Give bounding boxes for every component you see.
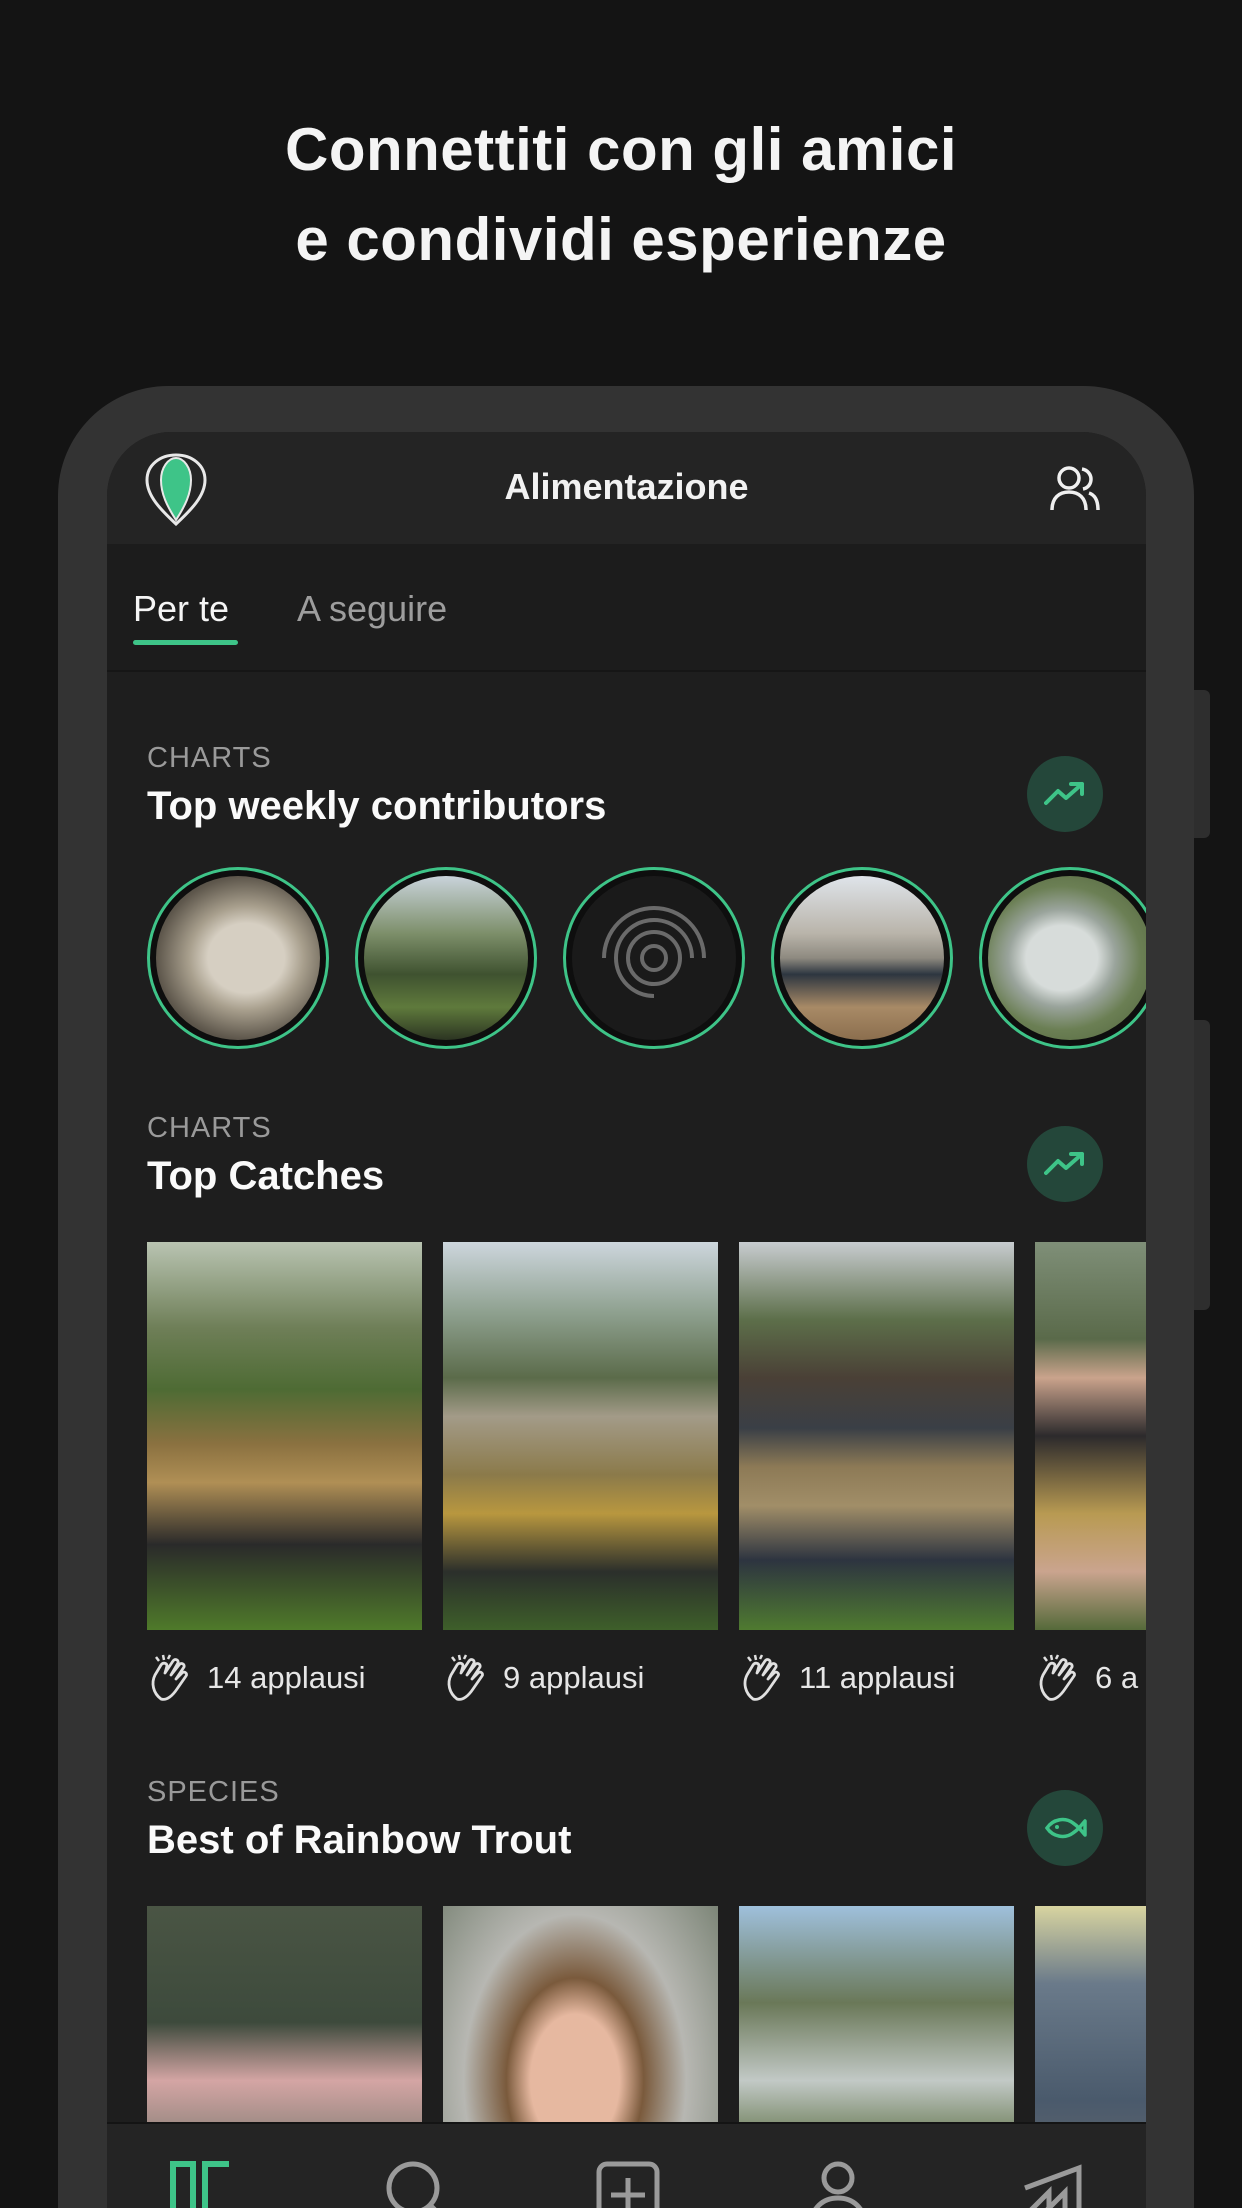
- section-title[interactable]: Top Catches: [147, 1154, 384, 1199]
- applause-count: 14 applausi: [207, 1660, 366, 1695]
- applause-count: 6 a: [1095, 1660, 1139, 1695]
- contributor-avatar[interactable]: [147, 867, 329, 1049]
- map-icon[interactable]: [1013, 2158, 1083, 2208]
- trending-up-icon[interactable]: [1027, 756, 1103, 832]
- phone-side-button: [1194, 690, 1210, 838]
- contributor-avatar[interactable]: [563, 867, 745, 1049]
- headline: Connettiti con gli amici e condividi esp…: [0, 105, 1242, 285]
- contributor-avatar[interactable]: [771, 867, 953, 1049]
- tab-a-seguire[interactable]: A seguire: [297, 588, 447, 630]
- catch-card[interactable]: 14 applausi: [147, 1242, 422, 1701]
- catch-photo: [1035, 1242, 1146, 1630]
- add-catch-icon[interactable]: [593, 2158, 663, 2208]
- headline-line-2: e condividi esperienze: [295, 206, 947, 273]
- contributors-list: [147, 867, 1146, 1053]
- top-bar: Alimentazione: [107, 432, 1146, 544]
- fish-photo: [156, 876, 320, 1040]
- section-title[interactable]: Top weekly contributors: [147, 784, 606, 829]
- search-icon[interactable]: [383, 2158, 453, 2208]
- headline-line-1: Connettiti con gli amici: [284, 116, 958, 183]
- catch-photo: [147, 1242, 422, 1630]
- fish-icon[interactable]: [1027, 1790, 1103, 1866]
- bottom-navigation: [107, 2122, 1146, 2208]
- section-title[interactable]: Best of Rainbow Trout: [147, 1818, 571, 1863]
- feed-icon[interactable]: [167, 2158, 237, 2208]
- profile-icon[interactable]: [803, 2158, 873, 2208]
- applause-row: 9 applausi: [443, 1652, 644, 1704]
- clap-icon[interactable]: [443, 1653, 493, 1703]
- phone-side-button: [1194, 1020, 1210, 1310]
- applause-count: 9 applausi: [503, 1660, 645, 1695]
- angler-with-fish-photo: [780, 876, 944, 1040]
- catch-card[interactable]: 6 a: [1035, 1242, 1146, 1701]
- section-label: SPECIES: [147, 1776, 280, 1808]
- trout-photo: [988, 876, 1146, 1040]
- applause-row: 6 a: [1035, 1652, 1138, 1704]
- angler-by-lake-photo: [364, 876, 528, 1040]
- trending-up-icon[interactable]: [1027, 1126, 1103, 1202]
- clap-icon[interactable]: [739, 1653, 789, 1703]
- applause-row: 11 applausi: [739, 1652, 955, 1704]
- app-title: Alimentazione: [504, 466, 749, 507]
- feed-tabs: Per te A seguire: [107, 544, 1146, 672]
- contributor-avatar[interactable]: [355, 867, 537, 1049]
- catches-list: 14 applausi 9 applausi 11 applausi 6 a: [147, 1242, 1146, 1701]
- applause-row: 14 applausi: [147, 1652, 366, 1704]
- applause-count: 11 applausi: [799, 1660, 956, 1695]
- tab-per-te[interactable]: Per te: [133, 588, 229, 630]
- catch-photo: [739, 1242, 1014, 1630]
- people-icon[interactable]: [1049, 464, 1101, 514]
- catch-card[interactable]: 11 applausi: [739, 1242, 1014, 1701]
- default-avatar-icon: [572, 876, 736, 1040]
- catch-card[interactable]: 9 applausi: [443, 1242, 718, 1701]
- species-section: SPECIES Best of Rainbow Trout: [107, 1776, 1146, 2208]
- active-tab-indicator: [133, 640, 238, 645]
- clap-icon[interactable]: [147, 1653, 197, 1703]
- catch-photo: [443, 1242, 718, 1630]
- section-label: CHARTS: [147, 742, 272, 774]
- catches-section: CHARTS Top Catches 14 applausi 9 applaus…: [107, 1112, 1146, 1701]
- contributors-section: CHARTS Top weekly contributors: [107, 742, 1146, 1082]
- clap-icon[interactable]: [1035, 1653, 1085, 1703]
- contributor-avatar[interactable]: [979, 867, 1146, 1049]
- section-label: CHARTS: [147, 1112, 272, 1144]
- app-screen: Alimentazione Per te A seguire CHARTS To…: [107, 432, 1146, 2208]
